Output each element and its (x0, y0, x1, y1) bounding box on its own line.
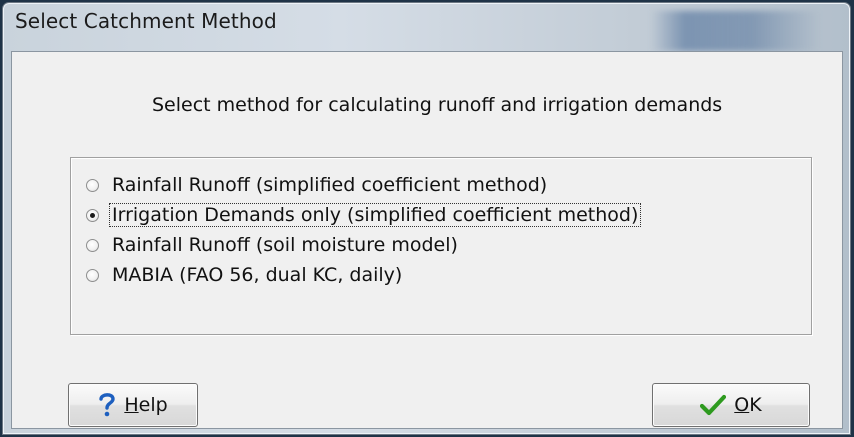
dialog-window: Select Catchment Method Select method fo… (2, 2, 851, 435)
help-button[interactable]: Help (68, 383, 198, 427)
option-label: Irrigation Demands only (simplified coef… (108, 203, 642, 227)
radio-button[interactable] (86, 238, 99, 252)
question-icon (98, 392, 116, 418)
window-title: Select Catchment Method (15, 9, 277, 33)
option-rainfall-runoff-soil-moisture[interactable]: Rainfall Runoff (soil moisture model) (86, 232, 460, 258)
radio-button-selected[interactable] (86, 208, 99, 222)
option-mabia[interactable]: MABIA (FAO 56, dual KC, daily) (86, 262, 404, 288)
option-label: MABIA (FAO 56, dual KC, daily) (112, 264, 403, 286)
checkmark-icon (700, 394, 727, 416)
option-irrigation-demands-only[interactable]: Irrigation Demands only (simplified coef… (86, 202, 642, 228)
option-label: Rainfall Runoff (simplified coefficient … (112, 174, 548, 196)
ok-button-label: OK (734, 394, 762, 416)
title-bar[interactable]: Select Catchment Method (3, 3, 850, 51)
ok-button[interactable]: OK (652, 383, 810, 427)
method-option-group: Rainfall Runoff (simplified coefficient … (70, 157, 812, 335)
help-button-label: Help (124, 394, 168, 416)
dialog-heading: Select method for calculating runoff and… (152, 94, 723, 116)
option-rainfall-runoff-coefficient[interactable]: Rainfall Runoff (simplified coefficient … (86, 172, 549, 198)
option-label: Rainfall Runoff (soil moisture model) (112, 234, 458, 256)
radio-button[interactable] (86, 178, 99, 192)
dialog-client-area: Select method for calculating runoff and… (11, 51, 843, 429)
radio-button[interactable] (86, 268, 99, 282)
